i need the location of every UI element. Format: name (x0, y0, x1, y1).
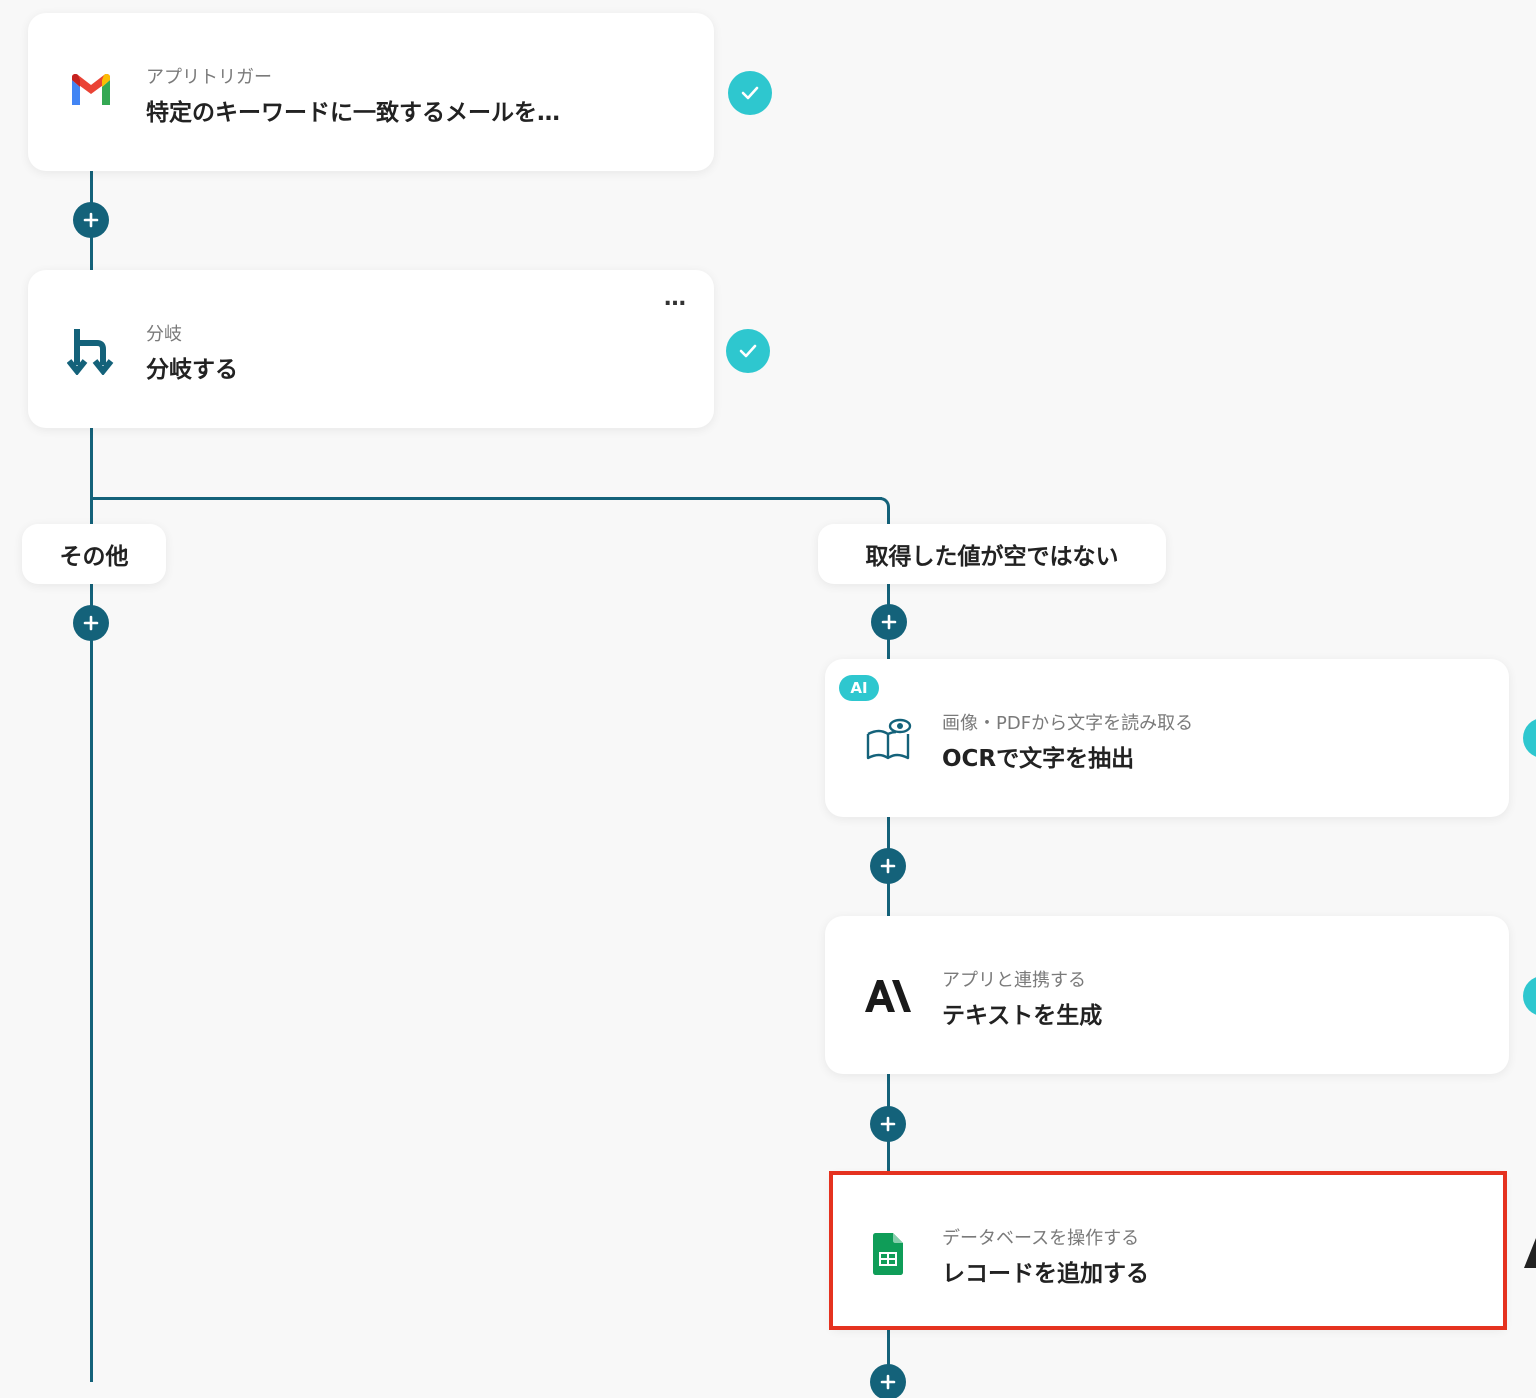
add-step-button[interactable] (73, 605, 109, 641)
more-options-button[interactable]: … (664, 286, 687, 311)
book-eye-icon (863, 713, 913, 765)
trigger-card[interactable]: アプリトリガー 特定のキーワードに一致するメールを… (28, 13, 714, 171)
flow-canvas: アプリトリガー 特定のキーワードに一致するメールを… 分岐 分岐する … その他… (0, 0, 1536, 1398)
add-step-button[interactable] (870, 1364, 906, 1398)
add-step-button[interactable] (870, 1106, 906, 1142)
branch-card[interactable]: 分岐 分岐する … (28, 270, 714, 428)
generate-title: テキストを生成 (942, 1003, 1103, 1029)
trigger-check-icon (728, 71, 772, 115)
branch-check-icon (726, 329, 770, 373)
ocr-title: OCRで文字を抽出 (942, 746, 1135, 772)
status-indicator (1523, 976, 1536, 1016)
add-step-button[interactable] (870, 848, 906, 884)
branch-label-other[interactable]: その他 (22, 524, 166, 584)
generate-subtitle: アプリと連携する (942, 970, 1086, 991)
ocr-subtitle: 画像・PDFから文字を読み取る (942, 713, 1194, 734)
gmail-icon (68, 73, 114, 109)
trigger-title: 特定のキーワードに一致するメールを… (146, 100, 560, 126)
branch-horizontal-line (90, 497, 882, 500)
status-indicator (1523, 718, 1536, 758)
branch-icon (66, 324, 116, 376)
branch-title: 分岐する (146, 357, 238, 383)
add-step-button[interactable] (73, 202, 109, 238)
anthropic-icon (863, 974, 913, 1018)
trigger-subtitle: アプリトリガー (146, 67, 272, 88)
highlight-frame (829, 1171, 1507, 1330)
generate-text-card[interactable]: アプリと連携する テキストを生成 (825, 916, 1509, 1074)
add-step-button[interactable] (871, 604, 907, 640)
branch-subtitle: 分岐 (146, 324, 182, 345)
ocr-card[interactable]: AI 画像・PDFから文字を読み取る OCRで文字を抽出 (825, 659, 1509, 817)
ai-badge: AI (839, 675, 879, 701)
branch-label-not-empty[interactable]: 取得した値が空ではない (818, 524, 1166, 584)
warning-icon (1524, 1238, 1536, 1268)
